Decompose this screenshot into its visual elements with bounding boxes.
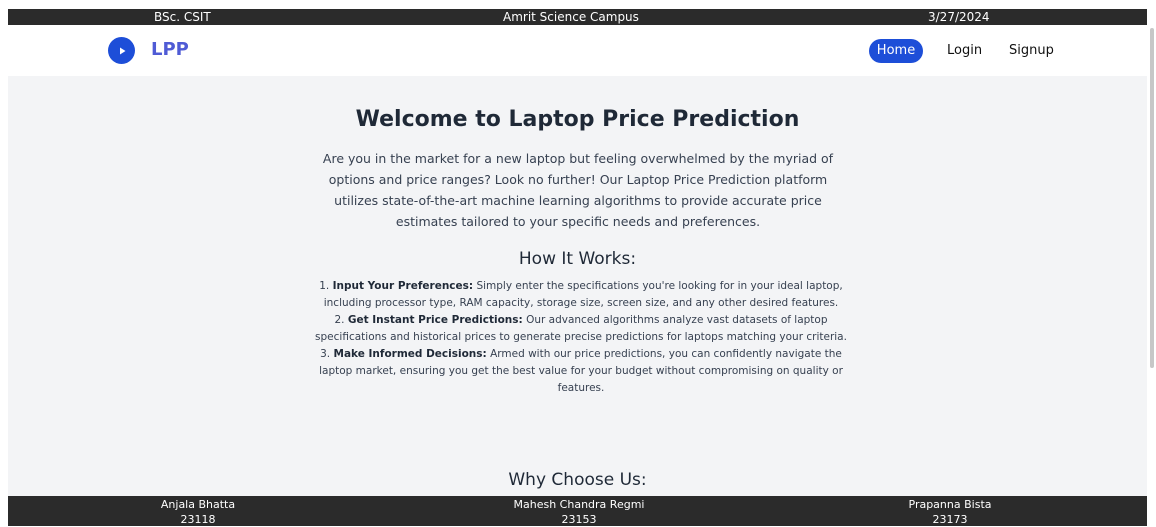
step-item: 3. Make Informed Decisions: Armed with o… [303, 346, 859, 397]
step-title: Input Your Preferences: [332, 280, 474, 292]
play-logo-icon[interactable] [108, 37, 135, 64]
footer: Anjala Bhatta 23118 Mahesh Chandra Regmi… [8, 496, 1147, 526]
member-name: Prapanna Bista [908, 498, 992, 511]
team-member: Anjala Bhatta 23118 [138, 497, 258, 527]
how-it-works-heading: How It Works: [518, 249, 637, 269]
main-content: Welcome to Laptop Price Prediction Are y… [8, 76, 1147, 496]
campus-label: Amrit Science Campus [503, 10, 639, 24]
member-name: Mahesh Chandra Regmi [513, 498, 645, 511]
step-item: 2. Get Instant Price Predictions: Our ad… [303, 312, 859, 346]
step-number: 3. [320, 348, 331, 360]
play-icon [119, 47, 125, 54]
step-number: 2. [334, 314, 345, 326]
page-title: Welcome to Laptop Price Prediction [355, 107, 800, 132]
team-member: Prapanna Bista 23173 [890, 497, 1010, 527]
brand-name[interactable]: LPP [151, 38, 189, 62]
top-info-bar: BSc. CSIT Amrit Science Campus 3/27/2024 [8, 9, 1147, 25]
navbar: LPP Home Login Signup [8, 25, 1147, 76]
member-id: 23153 [561, 513, 597, 526]
step-title: Make Informed Decisions: [333, 348, 487, 360]
step-number: 1. [319, 280, 330, 292]
date-label: 3/27/2024 [928, 10, 990, 24]
nav-signup-link[interactable]: Signup [1009, 39, 1054, 63]
member-name: Anjala Bhatta [160, 498, 236, 511]
why-choose-us-heading: Why Choose Us: [508, 470, 647, 490]
nav-home-button[interactable]: Home [869, 39, 923, 63]
member-id: 23173 [932, 513, 968, 526]
scrollbar[interactable] [1150, 28, 1154, 368]
nav-login-link[interactable]: Login [947, 39, 982, 63]
team-member: Mahesh Chandra Regmi 23153 [489, 497, 669, 527]
program-label: BSc. CSIT [154, 10, 211, 24]
step-item: 1. Input Your Preferences: Simply enter … [303, 278, 859, 312]
steps-list: 1. Input Your Preferences: Simply enter … [303, 278, 859, 397]
step-title: Get Instant Price Predictions: [347, 314, 523, 326]
member-id: 23118 [180, 513, 216, 526]
intro-paragraph: Are you in the market for a new laptop b… [322, 151, 834, 229]
